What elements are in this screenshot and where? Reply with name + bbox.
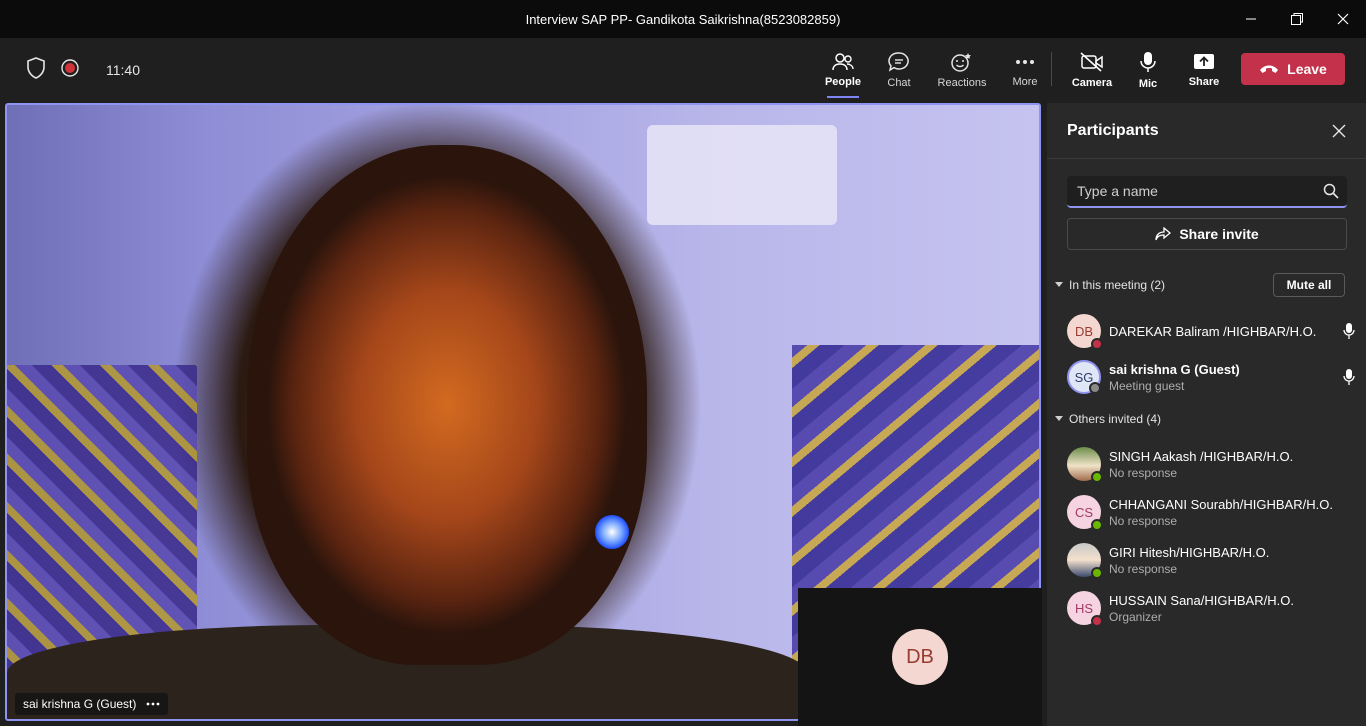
- avatar: CS: [1067, 495, 1103, 531]
- more-label: More: [1012, 75, 1038, 88]
- avatar-initials: HS: [1074, 600, 1094, 616]
- chevron-down-icon: [1055, 416, 1063, 421]
- reactions-icon: [951, 52, 971, 72]
- headset-mic-light: [595, 515, 629, 549]
- video-name-tag[interactable]: sai krishna G (Guest): [15, 693, 169, 715]
- chat-button[interactable]: Chat: [871, 38, 927, 102]
- avatar-initials: DB: [1074, 323, 1094, 339]
- participant-row[interactable]: SINGH Aakash /HIGHBAR/H.O. No response: [1067, 442, 1357, 486]
- camera-button[interactable]: Camera: [1064, 38, 1120, 102]
- in-meeting-label: In this meeting (2): [1069, 278, 1166, 292]
- camera-label: Camera: [1071, 76, 1113, 89]
- others-invited-section-header[interactable]: Others invited (4): [1055, 412, 1161, 426]
- avatar: SG: [1067, 360, 1101, 394]
- close-panel-icon[interactable]: [1332, 124, 1346, 138]
- available-status-icon: [1091, 519, 1103, 531]
- reactions-label: Reactions: [937, 76, 987, 89]
- people-label: People: [824, 75, 862, 88]
- chat-label: Chat: [887, 76, 911, 89]
- meeting-toolbar: 11:40 People Chat Reactions More Camera …: [0, 38, 1366, 102]
- avatar-photo: [1067, 543, 1103, 579]
- chevron-down-icon: [1055, 282, 1063, 287]
- mic-icon[interactable]: [1343, 322, 1357, 340]
- leave-label: Leave: [1287, 61, 1327, 77]
- people-icon: [832, 52, 854, 70]
- self-video-tile[interactable]: DB: [798, 588, 1042, 726]
- share-invite-label: Share invite: [1179, 226, 1259, 242]
- video-participant-name: sai krishna G (Guest): [23, 697, 137, 711]
- background-ac-unit: [647, 125, 837, 225]
- panel-title: Participants: [1067, 121, 1159, 139]
- meeting-timer: 11:40: [106, 62, 140, 78]
- participant-name: GIRI Hitesh/HIGHBAR/H.O.: [1109, 544, 1270, 560]
- reactions-button[interactable]: Reactions: [927, 38, 997, 102]
- participant-name: DAREKAR Baliram /HIGHBAR/H.O.: [1109, 323, 1317, 339]
- window-controls: [1228, 0, 1366, 38]
- chat-icon: [888, 51, 909, 72]
- more-button[interactable]: More: [997, 38, 1053, 102]
- available-status-icon: [1091, 567, 1103, 579]
- shield-icon[interactable]: [26, 56, 46, 84]
- participant-name: SINGH Aakash /HIGHBAR/H.O.: [1109, 448, 1294, 464]
- self-avatar: DB: [892, 629, 948, 685]
- participant-row[interactable]: HS HUSSAIN Sana/HIGHBAR/H.O. Organizer: [1067, 586, 1357, 630]
- minimize-button[interactable]: [1228, 0, 1274, 38]
- mic-label: Mic: [1138, 77, 1158, 90]
- leave-button[interactable]: Leave: [1241, 53, 1345, 85]
- participant-name: HUSSAIN Sana/HIGHBAR/H.O.: [1109, 592, 1294, 608]
- search-icon: [1323, 183, 1339, 199]
- search-input[interactable]: [1067, 176, 1347, 206]
- avatar-initials: CS: [1074, 504, 1094, 520]
- share-invite-button[interactable]: Share invite: [1067, 218, 1347, 250]
- hang-up-icon: [1260, 65, 1279, 73]
- share-icon: [1155, 227, 1172, 241]
- in-meeting-section-header[interactable]: In this meeting (2): [1055, 278, 1165, 292]
- participant-row[interactable]: DB DAREKAR Baliram /HIGHBAR/H.O.: [1067, 309, 1357, 353]
- maximize-button[interactable]: [1274, 0, 1320, 38]
- busy-status-icon: [1091, 338, 1103, 350]
- restore-icon: [1291, 13, 1303, 25]
- participant-role: Meeting guest: [1109, 378, 1185, 393]
- more-icon: [1016, 59, 1034, 64]
- close-icon: [1337, 13, 1349, 25]
- share-screen-icon: [1194, 53, 1214, 69]
- busy-status-icon: [1091, 615, 1103, 627]
- participant-name: CHHANGANI Sourabh/HIGHBAR/H.O.: [1109, 496, 1333, 512]
- people-button[interactable]: People: [815, 38, 871, 102]
- meeting-title: Interview SAP PP- Gandikota Saikrishna(8…: [525, 11, 841, 27]
- avatar: HS: [1067, 591, 1103, 627]
- mute-all-button[interactable]: Mute all: [1273, 273, 1345, 297]
- participant-name: sai krishna G (Guest): [1109, 361, 1240, 377]
- window-title-bar: Interview SAP PP- Gandikota Saikrishna(8…: [0, 0, 1366, 38]
- participant-row[interactable]: GIRI Hitesh/HIGHBAR/H.O. No response: [1067, 538, 1357, 582]
- avatar-photo: [1067, 447, 1103, 483]
- active-tab-indicator: [827, 96, 859, 98]
- participant-status-text: No response: [1109, 561, 1178, 576]
- share-button[interactable]: Share: [1176, 38, 1232, 102]
- mic-icon: [1140, 51, 1156, 72]
- participant-status-text: No response: [1109, 465, 1178, 480]
- avatar: DB: [1067, 314, 1103, 350]
- participant-role: Organizer: [1109, 609, 1162, 624]
- participant-row[interactable]: SG sai krishna G (Guest) Meeting guest: [1067, 355, 1357, 399]
- share-label: Share: [1188, 75, 1220, 88]
- offline-status-icon: [1089, 382, 1101, 394]
- participant-row[interactable]: CS CHHANGANI Sourabh/HIGHBAR/H.O. No res…: [1067, 490, 1357, 534]
- participant-status-text: No response: [1109, 513, 1178, 528]
- participants-panel: Participants Share invite In this meetin…: [1047, 103, 1366, 726]
- camera-off-icon: [1080, 51, 1103, 72]
- available-status-icon: [1091, 471, 1103, 483]
- minimize-icon: [1246, 18, 1256, 20]
- participant-search[interactable]: [1067, 176, 1347, 208]
- mic-icon[interactable]: [1343, 368, 1357, 386]
- recording-icon: [60, 58, 80, 83]
- toolbar-divider: [1051, 52, 1052, 86]
- participant-video-face: [247, 145, 647, 665]
- mic-button[interactable]: Mic: [1120, 38, 1176, 102]
- others-invited-label: Others invited (4): [1069, 412, 1162, 426]
- more-options-icon[interactable]: [146, 702, 160, 706]
- close-window-button[interactable]: [1320, 0, 1366, 38]
